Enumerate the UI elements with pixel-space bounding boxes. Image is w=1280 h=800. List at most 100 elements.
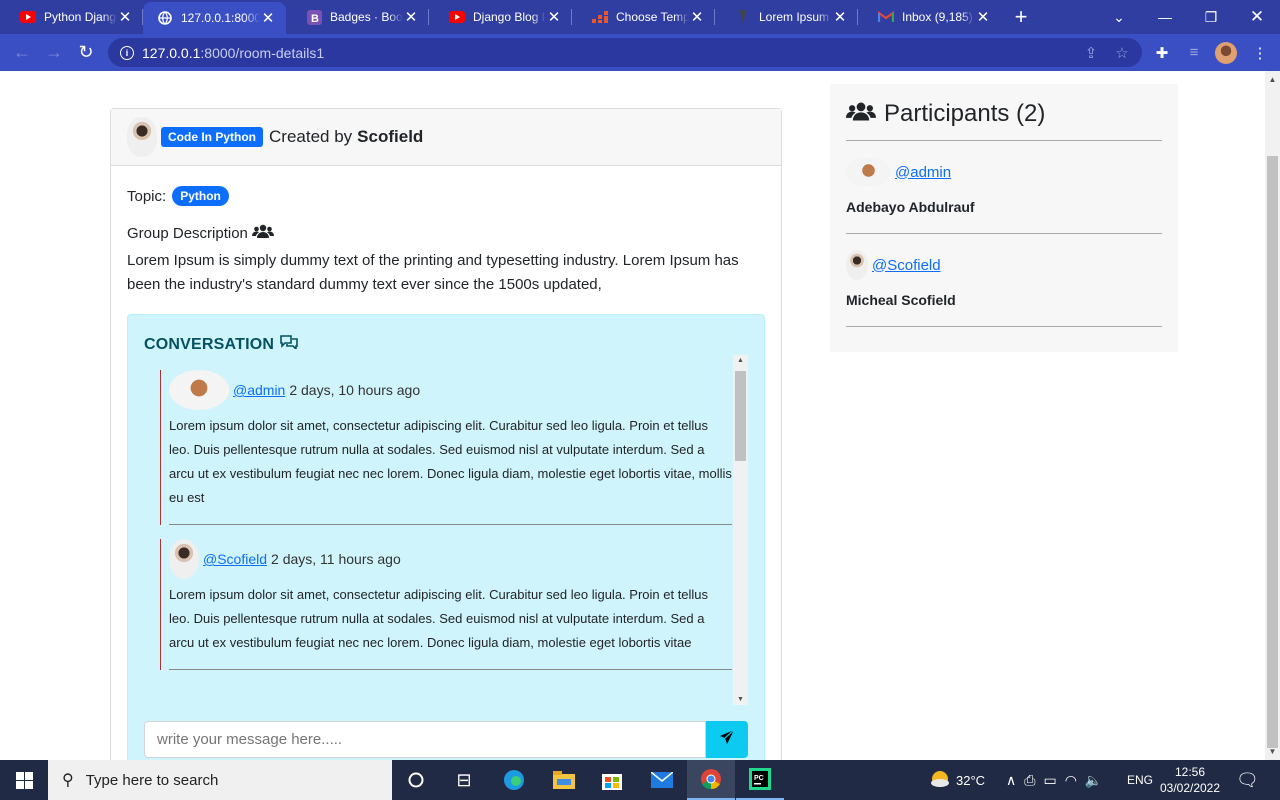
tab-search-chevron-icon[interactable]: ⌄ bbox=[1096, 0, 1142, 34]
extensions-puzzle-icon[interactable]: ✚ bbox=[1147, 34, 1177, 71]
clock-date: 03/02/2022 bbox=[1159, 781, 1221, 795]
language-indicator[interactable]: ENG bbox=[1127, 760, 1153, 800]
tab-title: Badges · Boots bbox=[330, 10, 403, 24]
browser-menu-icon[interactable]: ⋮ bbox=[1245, 34, 1275, 71]
template-icon bbox=[592, 9, 608, 25]
creator-avatar[interactable] bbox=[127, 117, 157, 157]
participant-handle-link[interactable]: @Scofield bbox=[872, 257, 941, 274]
close-window-icon[interactable]: ✕ bbox=[1234, 0, 1280, 34]
wifi-icon[interactable]: ◠ bbox=[1065, 772, 1077, 789]
close-tab-icon[interactable]: ✕ bbox=[975, 8, 991, 26]
topic-row: Topic: Python bbox=[127, 186, 765, 206]
tab-gmail-inbox[interactable]: Inbox (9,185) - ✕ bbox=[858, 0, 1001, 34]
restore-icon[interactable]: ❐ bbox=[1188, 0, 1234, 34]
participant-handle-link[interactable]: @admin bbox=[895, 164, 951, 181]
room-header: Code In Python Created by Scofield bbox=[111, 109, 781, 166]
file-explorer-icon[interactable] bbox=[540, 760, 588, 800]
message-username-link[interactable]: @Scofield bbox=[203, 551, 267, 567]
svg-text:PC: PC bbox=[754, 775, 764, 782]
taskbar-search-box[interactable]: ⚲ Type here to search bbox=[48, 760, 392, 800]
meet-now-icon[interactable]: ⎙ bbox=[1024, 772, 1035, 789]
page-scrollbar[interactable]: ▲ ▼ bbox=[1265, 71, 1280, 760]
tab-choose-template[interactable]: Choose Templa ✕ bbox=[572, 0, 715, 34]
microsoft-store-icon[interactable] bbox=[588, 760, 636, 800]
edge-browser-icon[interactable] bbox=[490, 760, 538, 800]
close-tab-icon[interactable]: ✕ bbox=[117, 8, 133, 26]
tab-lorem-ipsum[interactable]: Lorem Ipsum - ✕ bbox=[715, 0, 858, 34]
lorem-icon bbox=[735, 9, 751, 25]
page-scroll-thumb[interactable] bbox=[1267, 156, 1278, 748]
creator-name[interactable]: Scofield bbox=[357, 127, 423, 147]
message-item: @Scofield 2 days, 11 hours ago Lorem ips… bbox=[160, 539, 732, 670]
minimize-icon[interactable]: — bbox=[1142, 0, 1188, 34]
mail-icon[interactable] bbox=[638, 760, 686, 800]
message-list-scrollbar[interactable]: ▲ ▼ bbox=[733, 355, 748, 705]
participant-row: @Scofield bbox=[846, 250, 1162, 280]
partly-sunny-icon bbox=[930, 770, 950, 791]
new-tab-plus-icon[interactable]: + bbox=[1001, 4, 1041, 30]
message-list[interactable]: @admin 2 days, 10 hours ago Lorem ipsum … bbox=[144, 355, 748, 691]
tab-badges-bootstrap[interactable]: B Badges · Boots ✕ bbox=[286, 0, 429, 34]
paper-plane-icon bbox=[719, 729, 735, 749]
back-arrow-icon[interactable]: ← bbox=[6, 37, 38, 69]
description-heading: Group Description bbox=[127, 224, 765, 242]
url-host: 127.0.0.1 bbox=[142, 44, 201, 61]
scroll-thumb[interactable] bbox=[735, 371, 746, 461]
youtube-icon bbox=[449, 9, 465, 25]
notifications-icon[interactable]: 🗨 bbox=[1236, 760, 1259, 800]
windows-start-icon[interactable] bbox=[0, 760, 48, 800]
scroll-up-arrow-icon[interactable]: ▲ bbox=[1265, 75, 1280, 84]
battery-icon[interactable]: ▭ bbox=[1043, 772, 1056, 789]
participant-avatar[interactable] bbox=[846, 250, 868, 280]
tab-title: Django Blog Pr bbox=[473, 10, 546, 24]
scroll-down-arrow-icon[interactable]: ▼ bbox=[1265, 747, 1280, 756]
share-icon[interactable]: ⇪ bbox=[1076, 34, 1106, 71]
close-tab-icon[interactable]: ✕ bbox=[403, 8, 419, 26]
reading-list-icon[interactable]: ≡ bbox=[1179, 34, 1209, 71]
message-form bbox=[144, 721, 748, 758]
task-view-icon[interactable]: ⊟ bbox=[440, 760, 488, 800]
scroll-down-arrow-icon[interactable]: ▼ bbox=[733, 696, 748, 703]
address-bar[interactable]: i 127.0.0.1:8000/room-details1 bbox=[108, 38, 1142, 67]
conversation-heading-text: CONVERSATION bbox=[144, 336, 275, 353]
profile-avatar[interactable] bbox=[1211, 34, 1241, 71]
show-hidden-icons-chevron-icon[interactable]: ∧ bbox=[1006, 772, 1016, 789]
clock[interactable]: 12:56 03/02/2022 bbox=[1160, 760, 1220, 800]
message-username-link[interactable]: @admin bbox=[233, 382, 285, 398]
bookmark-star-icon[interactable]: ☆ bbox=[1107, 34, 1137, 71]
close-tab-icon[interactable]: ✕ bbox=[832, 8, 848, 26]
windows-taskbar: ⚲ Type here to search ⊟ PC 32°C ∧ ⎙ ▭ ◠ … bbox=[0, 760, 1280, 800]
topic-label: Topic: bbox=[127, 187, 167, 205]
close-tab-icon[interactable]: ✕ bbox=[689, 8, 705, 26]
message-meta: @Scofield 2 days, 11 hours ago bbox=[169, 539, 732, 579]
participant-item: @admin Adebayo Abdulrauf bbox=[846, 141, 1162, 234]
page-content: Code In Python Created by Scofield Topic… bbox=[0, 71, 1265, 760]
forward-arrow-icon[interactable]: → bbox=[38, 37, 70, 69]
chrome-icon[interactable] bbox=[687, 760, 735, 800]
close-tab-icon[interactable]: ✕ bbox=[546, 8, 562, 26]
volume-icon[interactable]: 🔈 bbox=[1085, 772, 1102, 789]
created-by-label: Created by bbox=[269, 127, 353, 146]
participant-avatar[interactable] bbox=[846, 157, 891, 187]
scroll-up-arrow-icon[interactable]: ▲ bbox=[733, 357, 748, 364]
reload-icon[interactable]: ↻ bbox=[70, 37, 102, 69]
tab-localhost[interactable]: 127.0.0.1:8000/ ✕ bbox=[143, 2, 286, 34]
taskbar-search-placeholder: Type here to search bbox=[85, 771, 219, 789]
tab-title: Lorem Ipsum - bbox=[759, 10, 832, 24]
message-body: Lorem ipsum dolor sit amet, consectetur … bbox=[169, 587, 709, 650]
message-input[interactable] bbox=[144, 721, 706, 758]
message-divider bbox=[169, 524, 732, 525]
message-avatar[interactable] bbox=[169, 539, 199, 579]
weather-widget[interactable]: 32°C bbox=[930, 760, 985, 800]
search-icon: ⚲ bbox=[62, 772, 74, 789]
message-avatar[interactable] bbox=[169, 370, 229, 410]
site-info-icon[interactable]: i bbox=[120, 45, 134, 60]
close-tab-icon[interactable]: ✕ bbox=[260, 9, 276, 27]
tab-django-blog[interactable]: Django Blog Pr ✕ bbox=[429, 0, 572, 34]
cortana-icon[interactable] bbox=[392, 760, 440, 800]
topic-badge[interactable]: Python bbox=[172, 186, 229, 206]
tab-python-django[interactable]: Python Django ✕ bbox=[0, 0, 143, 34]
youtube-icon bbox=[20, 9, 36, 25]
send-message-button[interactable] bbox=[706, 721, 748, 758]
pycharm-icon[interactable]: PC bbox=[736, 760, 784, 800]
